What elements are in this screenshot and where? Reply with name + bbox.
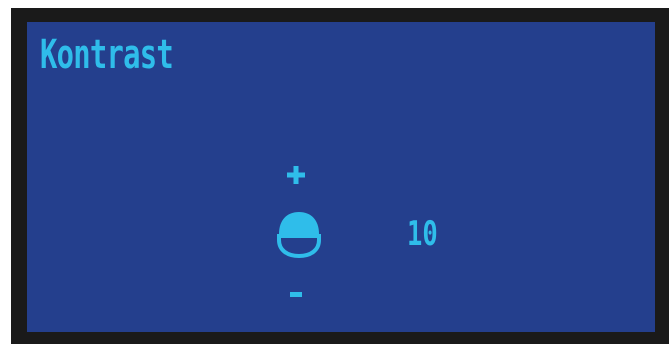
contrast-knob[interactable] xyxy=(275,206,323,258)
contrast-knob-icon xyxy=(277,212,321,258)
screen-title: Kontrast xyxy=(40,32,174,78)
device-frame: Kontrast 10 xyxy=(0,0,669,344)
increase-button[interactable] xyxy=(285,162,307,188)
plus-icon xyxy=(287,166,305,184)
decrease-button[interactable] xyxy=(285,284,307,306)
minus-icon xyxy=(290,292,302,297)
display-screen: Kontrast 10 xyxy=(27,22,655,332)
contrast-value: 10 xyxy=(407,214,438,254)
